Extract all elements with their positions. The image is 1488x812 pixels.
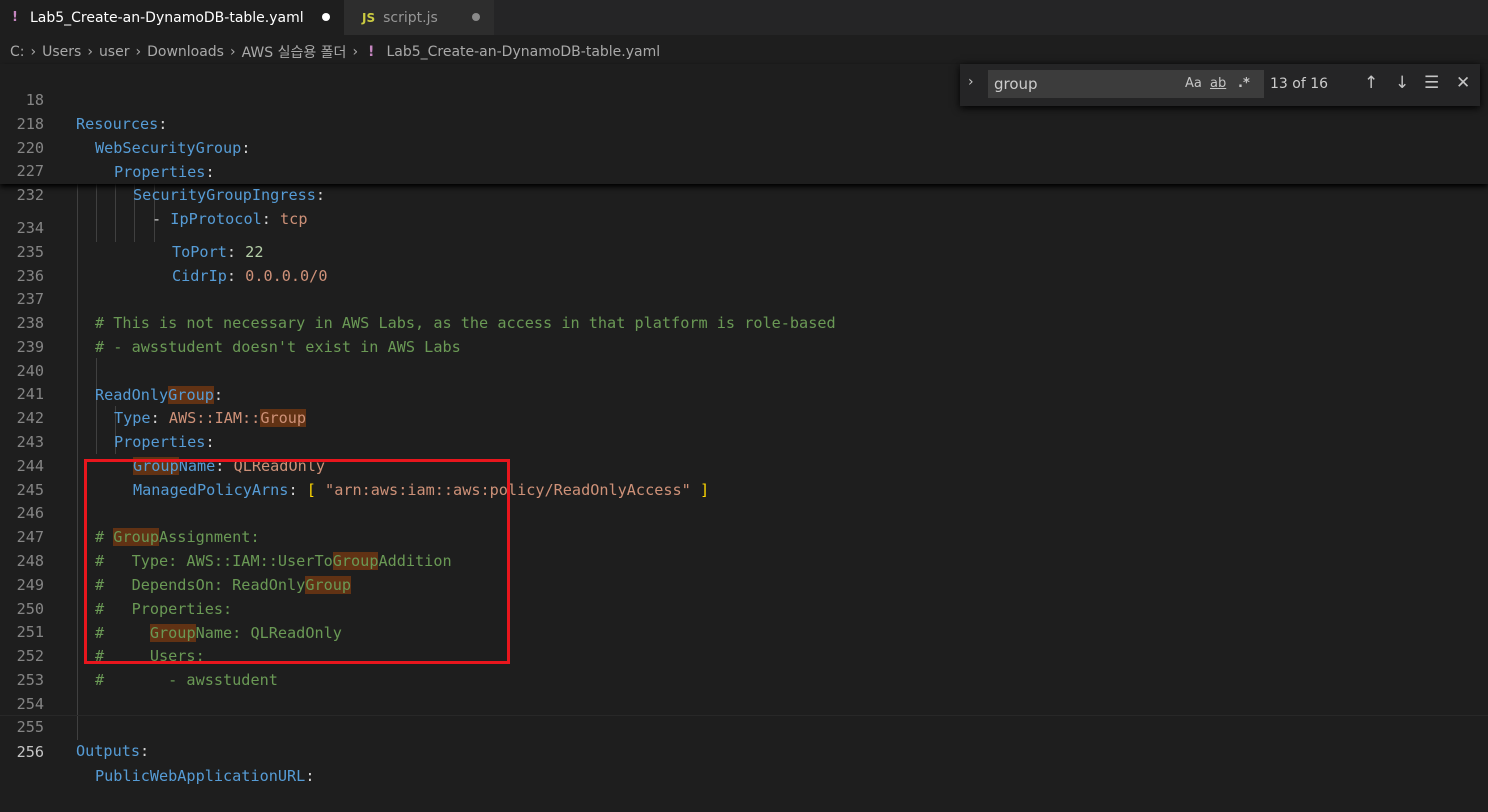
find-input[interactable]: group Aa ab .* (988, 70, 1264, 98)
yaml-key: IpProtocol (170, 210, 262, 228)
code-line[interactable]: 255 Outputs: (0, 691, 1488, 760)
tab-script-js[interactable]: JS script.js (344, 0, 495, 35)
breadcrumb-file[interactable]: Lab5_Create-an-DynamoDB-table.yaml (386, 44, 660, 60)
match-case-icon[interactable]: Aa (1185, 76, 1202, 91)
yaml-file-icon: ! (12, 10, 18, 25)
yaml-key: SecurityGroupIngress (133, 186, 316, 204)
sticky-line[interactable]: 227 SecurityGroupIngress: (0, 135, 1488, 204)
yaml-key: PublicWebApplicationURL (95, 767, 306, 785)
code-line[interactable]: 236 (0, 240, 1488, 285)
code-line-current[interactable]: 256 PublicWebApplicationURL: (0, 715, 1488, 785)
code-line[interactable]: 237 # This is not necessary in AWS Labs,… (0, 263, 1488, 332)
code-line[interactable]: 254 (0, 668, 1488, 713)
tab-label: Lab5_Create-an-DynamoDB-table.yaml (29, 9, 304, 26)
code-line[interactable]: 239 (0, 311, 1488, 356)
breadcrumb-item[interactable]: user (99, 44, 130, 60)
tab-label: script.js (383, 9, 438, 26)
yaml-file-icon: ! (368, 44, 375, 60)
tab-bar: ! Lab5_Create-an-DynamoDB-table.yaml JS … (0, 0, 1488, 35)
code-line[interactable]: 243 GroupName: QLReadOnly (0, 406, 1488, 475)
regex-icon[interactable]: .* (1238, 76, 1250, 91)
list-dash: - (152, 210, 171, 228)
breadcrumb-item[interactable]: Downloads (147, 44, 224, 60)
breadcrumb-item[interactable]: AWS 실습용 폴더 (242, 42, 347, 62)
chevron-right-icon: › (229, 44, 236, 60)
code-line[interactable]: 238 # - awsstudent doesn't exist in AWS … (0, 287, 1488, 356)
chevron-right-icon: › (87, 44, 93, 60)
find-in-selection-icon[interactable]: ☰ (1424, 73, 1439, 93)
code-line[interactable]: 244 ManagedPolicyArns: [ "arn:aws:iam::a… (0, 430, 1488, 499)
chevron-right-icon: › (352, 44, 359, 60)
previous-match-arrow-up-icon[interactable]: ↑ (1364, 73, 1378, 93)
yaml-key: Outputs (76, 742, 141, 760)
code-line[interactable]: 242 Properties: (0, 382, 1488, 451)
unsaved-dot-icon[interactable] (322, 13, 330, 21)
close-icon[interactable]: ✕ (1456, 73, 1470, 93)
find-widget: › group Aa ab .* 13 of 16 ↑ ↓ ☰ ✕ (960, 64, 1480, 106)
sticky-line[interactable]: 232 - IpProtocol: tcp (0, 159, 1488, 228)
find-input-value: group (994, 75, 1038, 93)
match-count: 13 of 16 (1270, 76, 1329, 92)
tab-yaml-file[interactable]: ! Lab5_Create-an-DynamoDB-table.yaml (0, 0, 344, 35)
line-number: 232 (16, 186, 44, 204)
breadcrumb-item[interactable]: C: (10, 44, 25, 60)
code-line[interactable]: 240 ReadOnlyGroup: (0, 335, 1488, 404)
highlight-annotation-box (84, 459, 510, 664)
code-line[interactable]: 241 Type: AWS::IAM::Group (0, 358, 1488, 427)
chevron-right-icon: › (135, 44, 142, 60)
toggle-replace-chevron-icon[interactable]: › (968, 74, 974, 90)
breadcrumb-item[interactable]: Users (42, 44, 81, 60)
sticky-line[interactable]: 220 Properties: (0, 112, 1488, 181)
js-file-icon: JS (362, 10, 376, 25)
whole-word-icon[interactable]: ab (1210, 76, 1226, 91)
yaml-value: tcp (280, 210, 308, 228)
next-match-arrow-down-icon[interactable]: ↓ (1395, 73, 1409, 93)
unsaved-dot-icon[interactable] (472, 13, 480, 21)
chevron-right-icon: › (30, 44, 37, 60)
line-number: 256 (16, 743, 44, 761)
